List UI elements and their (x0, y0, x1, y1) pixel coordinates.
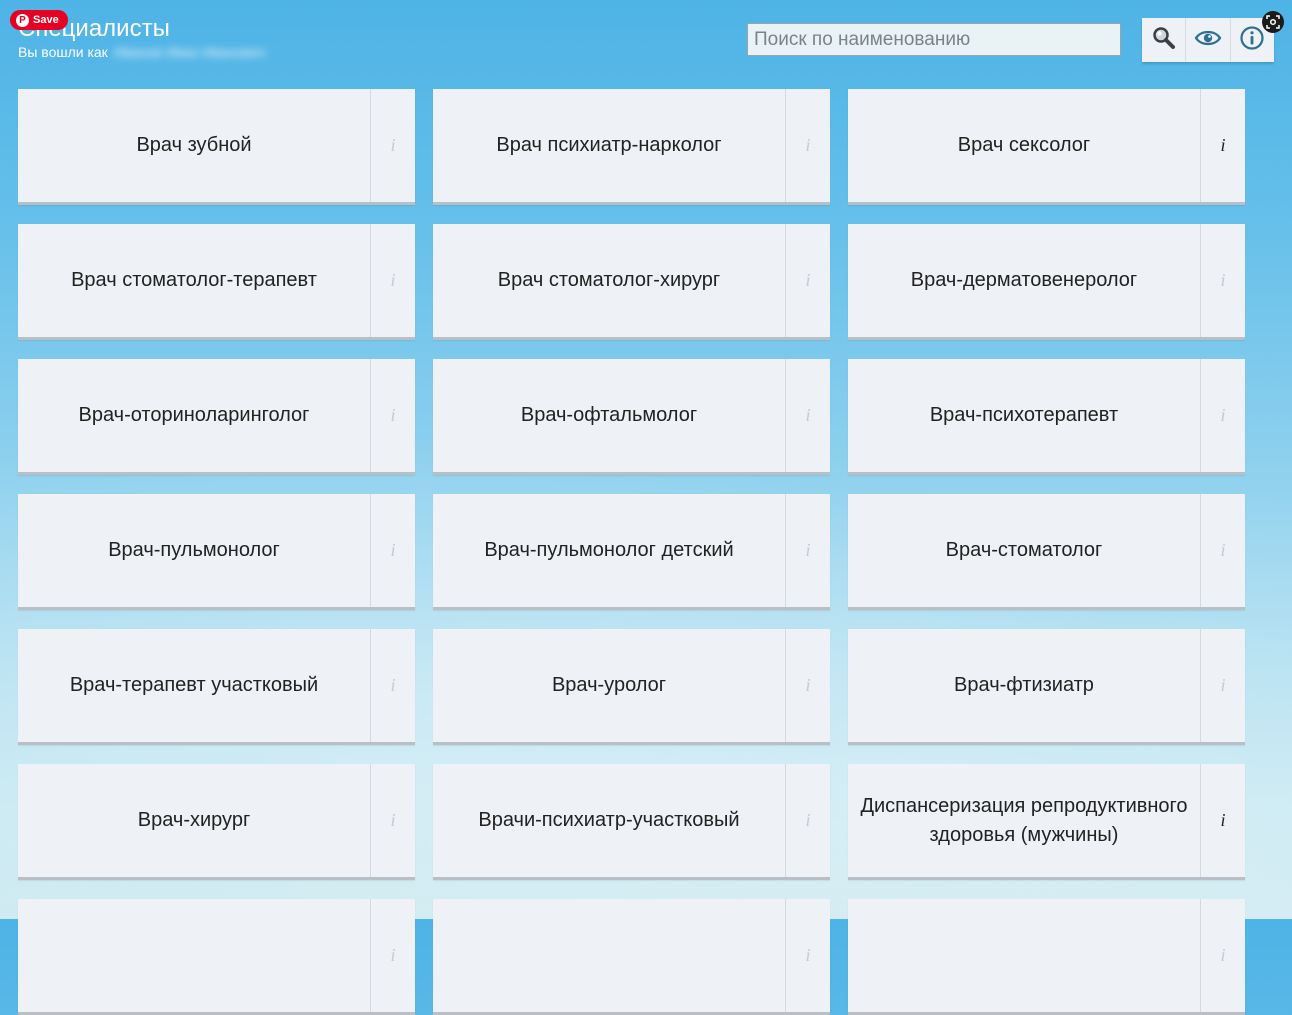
toolbar (1142, 18, 1274, 62)
specialist-card[interactable]: Врач-офтальмолог i (433, 359, 830, 475)
info-icon[interactable]: i (1200, 494, 1245, 607)
info-icon[interactable]: i (785, 224, 830, 337)
eye-icon (1194, 27, 1222, 54)
info-icon[interactable]: i (370, 764, 415, 877)
specialist-card[interactable]: Врач-пульмонолог i (18, 494, 415, 610)
specialist-label: Врач стоматолог-терапевт (71, 269, 317, 291)
specialist-card[interactable]: Врач стоматолог-хирург i (433, 224, 830, 340)
specialist-label: Врач психиатр-нарколог (496, 134, 722, 156)
info-icon[interactable]: i (370, 629, 415, 742)
specialist-label: Врач сексолог (957, 134, 1091, 156)
specialist-label: Врач-фтизиатр (954, 674, 1094, 696)
save-label: Save (33, 14, 59, 26)
specialist-card[interactable]: Врач-пульмонолог детский i (433, 494, 830, 610)
specialist-label: Врач-оториноларинголог (78, 404, 310, 426)
pinterest-icon: P (16, 13, 29, 27)
specialist-label (848, 899, 1200, 1012)
info-icon[interactable]: i (370, 359, 415, 472)
user-name: Иванов Иван Иванович (113, 44, 266, 60)
specialist-card[interactable]: Врач-уролог i (433, 629, 830, 745)
visual-search-icon[interactable] (1262, 11, 1284, 33)
specialist-card[interactable]: Врач-хирург i (18, 764, 415, 880)
specialist-label: Врач-пульмонолог детский (484, 539, 734, 561)
search-icon (1151, 25, 1177, 56)
info-icon[interactable]: i (785, 359, 830, 472)
specialist-label: Диспансеризация репродуктивного здоровья… (860, 794, 1188, 846)
info-icon[interactable]: i (370, 899, 415, 1012)
search-button[interactable] (1142, 18, 1187, 62)
specialist-label: Врач-офтальмолог (520, 404, 698, 426)
info-icon[interactable]: i (785, 494, 830, 607)
specialist-card[interactable]: Врач психиатр-нарколог i (433, 89, 830, 205)
page-header: Специалисты Вы вошли как Иванов Иван Иван… (18, 14, 418, 60)
specialist-card[interactable]: Врач-стоматолог i (848, 494, 1245, 610)
info-icon[interactable]: i (785, 89, 830, 202)
specialist-card[interactable]: i (433, 899, 830, 1015)
specialist-label: Врач зубной (136, 134, 252, 156)
specialist-card[interactable]: Врач-психотерапевт i (848, 359, 1245, 475)
info-icon[interactable]: i (785, 899, 830, 1012)
specialist-label: Врач-психотерапевт (929, 404, 1119, 426)
info-icon[interactable]: i (370, 224, 415, 337)
specialist-card[interactable]: i (18, 899, 415, 1015)
login-status: Вы вошли как Иванов Иван Иванович (18, 44, 418, 60)
specialist-card[interactable]: i (848, 899, 1245, 1015)
specialist-card[interactable]: Врач-оториноларинголог i (18, 359, 415, 475)
specialist-label: Врач-дерматовенеролог (910, 269, 1138, 291)
info-icon[interactable]: i (370, 89, 415, 202)
info-icon (1239, 25, 1265, 56)
specialist-card[interactable]: Врач-терапевт участковый i (18, 629, 415, 745)
specialist-card[interactable]: Врачи-психиатр-участковый i (433, 764, 830, 880)
info-icon[interactable]: i (370, 494, 415, 607)
page-title: Специалисты (18, 15, 170, 42)
specialist-label: Врач-стоматолог (945, 539, 1103, 561)
specialist-card[interactable]: Врач зубной i (18, 89, 415, 205)
specialist-card[interactable]: Врач-дерматовенеролог i (848, 224, 1245, 340)
info-icon[interactable]: i (1200, 629, 1245, 742)
info-icon[interactable]: i (785, 764, 830, 877)
specialist-label: Врач-хирург (137, 809, 251, 831)
info-icon[interactable]: i (1200, 899, 1245, 1012)
specialist-label (18, 899, 370, 1012)
info-icon[interactable]: i (1200, 89, 1245, 202)
specialist-card[interactable]: Врач стоматолог-терапевт i (18, 224, 415, 340)
info-icon[interactable]: i (1200, 764, 1245, 877)
info-icon[interactable]: i (1200, 359, 1245, 472)
search-input[interactable] (747, 23, 1121, 56)
login-status-label: Вы вошли как (18, 44, 108, 60)
specialist-card[interactable]: Врач-фтизиатр i (848, 629, 1245, 745)
specialist-label: Врач-терапевт участковый (69, 674, 319, 696)
specialist-card[interactable]: Врач сексолог i (848, 89, 1245, 205)
pinterest-save-button[interactable]: P Save (10, 10, 68, 30)
view-button[interactable] (1186, 18, 1231, 62)
specialist-label: Врач-уролог (551, 674, 667, 696)
info-icon[interactable]: i (785, 629, 830, 742)
specialist-card[interactable]: Диспансеризация репродуктивного здоровья… (848, 764, 1245, 880)
specialist-label: Врач-пульмонолог (108, 539, 280, 561)
specialist-label: Врачи-психиатр-участковый (478, 809, 740, 831)
specialist-label (433, 899, 785, 1012)
specialist-label: Врач стоматолог-хирург (497, 269, 721, 291)
info-icon[interactable]: i (1200, 224, 1245, 337)
specialist-grid: Врач зубной i Врач психиатр-нарколог i Врач … (18, 89, 1245, 1015)
